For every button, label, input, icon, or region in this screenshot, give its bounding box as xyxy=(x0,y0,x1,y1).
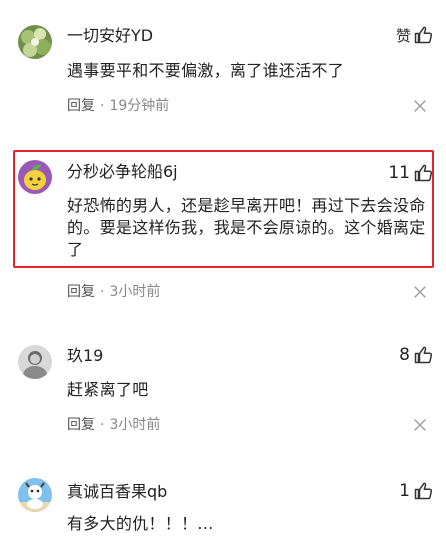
like-label: 赞 xyxy=(395,26,411,45)
comment-text: 有多大的仇！！！... xyxy=(67,514,214,533)
like-count: 1 xyxy=(399,481,410,501)
comment-item: 一切安好YD 赞 遇事要平和不要偏激，离了谁还活不了 回复 · 19分钟前 xyxy=(0,0,446,130)
separator: · xyxy=(100,417,105,433)
timestamp: 3小时前 xyxy=(109,284,161,300)
username[interactable]: 玖19 xyxy=(67,346,103,366)
comment-item: 玖19 8 赶紧离了吧 回复 · 3小时前 xyxy=(0,320,446,450)
timestamp: 3小时前 xyxy=(109,417,161,433)
thumbs-up-icon xyxy=(414,26,433,44)
highlight-box xyxy=(13,150,434,268)
x-icon[interactable] xyxy=(413,99,427,113)
comment-list: 一切安好YD 赞 遇事要平和不要偏激，离了谁还活不了 回复 · 19分钟前 分秒… xyxy=(0,0,446,549)
reply-button[interactable]: 回复 xyxy=(67,417,95,433)
reply-button[interactable]: 回复 xyxy=(67,284,95,300)
separator: · xyxy=(100,98,105,114)
comment-meta: 回复 · 3小时前 xyxy=(67,416,160,434)
comment-meta: 回复 · 3小时前 xyxy=(67,283,160,301)
username[interactable]: 一切安好YD xyxy=(67,26,153,46)
like-button[interactable]: 赞 xyxy=(396,24,433,46)
like-button[interactable]: 8 xyxy=(399,344,433,366)
like-button[interactable]: 1 xyxy=(399,480,433,502)
x-icon[interactable] xyxy=(413,285,427,299)
timestamp: 19分钟前 xyxy=(109,98,170,114)
separator: · xyxy=(100,284,105,300)
x-icon[interactable] xyxy=(413,418,427,432)
thumbs-up-icon xyxy=(414,482,433,500)
comment-item: 真诚百香果qb 1 有多大的仇！！！... xyxy=(0,455,446,549)
comment-text: 赶紧离了吧 xyxy=(67,380,149,399)
avatar[interactable] xyxy=(18,345,52,379)
username[interactable]: 真诚百香果qb xyxy=(67,482,167,502)
reply-button[interactable]: 回复 xyxy=(67,98,95,114)
like-count: 8 xyxy=(399,345,410,365)
thumbs-up-icon xyxy=(414,346,433,364)
avatar[interactable] xyxy=(18,25,52,59)
avatar[interactable] xyxy=(18,478,52,512)
comment-text: 遇事要平和不要偏激，离了谁还活不了 xyxy=(67,61,345,80)
comment-meta: 回复 · 19分钟前 xyxy=(67,97,169,115)
